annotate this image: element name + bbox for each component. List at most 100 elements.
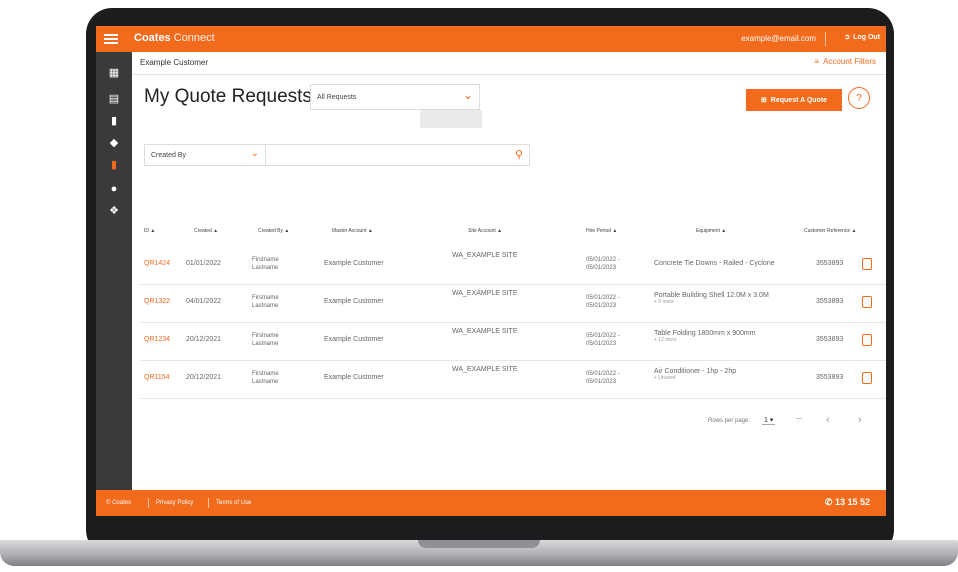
- table-row[interactable]: QR1322 04/01/2022 Firstname Lastname Exam…: [140, 284, 886, 323]
- column-header-created-by[interactable]: Created By ▲: [258, 228, 289, 234]
- sidebar: ▦ ▤ ▮ ◆ ▮ ● ❖: [96, 52, 132, 490]
- requests-select-value: All Requests: [317, 94, 357, 101]
- requests-select[interactable]: All Requests ⌄: [310, 84, 480, 110]
- row-master-account: Example Customer: [324, 260, 384, 267]
- row-site-account: WA_EXAMPLE SITE: [452, 366, 518, 373]
- laptop-notch: [418, 540, 540, 548]
- phone-number[interactable]: ✆ 13 15 52: [825, 497, 870, 508]
- row-customer-reference: 3553893: [816, 260, 844, 267]
- search-icon[interactable]: ⚲: [515, 148, 523, 161]
- user-email[interactable]: example@email.com: [741, 34, 816, 43]
- footer-divider: [208, 498, 209, 508]
- brand-name: Coates: [134, 32, 171, 44]
- quote-icon[interactable]: ▮: [106, 158, 122, 172]
- footer-divider: [148, 498, 149, 508]
- row-site-account: WA_EXAMPLE SITE: [452, 252, 518, 259]
- plus-icon: ⊞: [760, 97, 767, 104]
- rows-per-page-select[interactable]: 1 ▾: [762, 416, 776, 425]
- page-title: My Quote Requests: [144, 86, 312, 107]
- users-icon[interactable]: ●: [106, 182, 122, 196]
- chevron-down-icon: ⌄: [462, 88, 473, 102]
- row-created-by: Firstname Lastname: [252, 257, 279, 271]
- row-created: 20/12/2021: [186, 374, 222, 381]
- row-equipment: Concrete Tie Downs - Railed - Cyclone: [654, 260, 775, 267]
- row-created: 01/01/2022: [186, 260, 222, 267]
- account-filters-button[interactable]: ≡ Account Filters: [814, 57, 876, 66]
- main-content: Example Customer ≡ Account Filters My Qu…: [132, 52, 886, 490]
- filter-icon: ≡: [814, 57, 820, 66]
- settings-icon[interactable]: ❖: [106, 204, 122, 218]
- search-input[interactable]: [269, 147, 503, 165]
- help-icon[interactable]: ?: [848, 87, 870, 109]
- row-created: 04/01/2022: [186, 298, 222, 305]
- row-created-by: Firstname Lastname: [252, 333, 279, 347]
- request-quote-label: Request A Quote: [770, 96, 828, 104]
- row-site-account: WA_EXAMPLE SITE: [452, 290, 518, 297]
- pagination: Rows per page: 1 ▾ — ‹ ›: [692, 414, 882, 430]
- document-icon[interactable]: [862, 258, 872, 270]
- table-row[interactable]: QR1424 01/01/2022 Firstname Lastname Exam…: [140, 246, 886, 285]
- logout-label: Log Out: [853, 33, 880, 41]
- row-hire-period: 05/01/2022 -05/01/2023: [586, 257, 620, 271]
- rows-per-page-label: Rows per page:: [708, 418, 751, 424]
- column-header-id[interactable]: ID ▲: [144, 228, 155, 234]
- row-master-account: Example Customer: [324, 336, 384, 343]
- footer: © Coates Privacy Policy Terms of Use ✆ 1…: [96, 490, 886, 516]
- account-filters-label: Account Filters: [823, 57, 876, 66]
- chevron-down-icon: ⌄: [250, 148, 259, 159]
- column-header-site-account[interactable]: Site Account ▲: [468, 228, 502, 234]
- dashboard-icon[interactable]: ▦: [106, 66, 122, 80]
- topbar-divider: [825, 32, 826, 46]
- footer-copyright: © Coates: [106, 500, 132, 506]
- chevron-left-icon[interactable]: ‹: [826, 414, 830, 426]
- row-hire-period: 05/01/2022 -05/01/2023: [586, 333, 620, 347]
- logout-button[interactable]: ➲ Log Out: [844, 33, 880, 42]
- row-equipment: Table Folding 1800mm x 900mm + 12 more: [654, 330, 756, 343]
- menu-icon[interactable]: [104, 32, 118, 46]
- customer-name: Example Customer: [140, 58, 209, 67]
- document-icon[interactable]: [862, 296, 872, 308]
- column-header-hire-period[interactable]: Hire Period ▲: [586, 228, 617, 234]
- table-row[interactable]: QR1234 20/12/2021 Firstname Lastname Exam…: [140, 322, 886, 361]
- row-created: 20/12/2021: [186, 336, 222, 343]
- column-header-master-account[interactable]: Master Account ▲: [332, 228, 373, 234]
- logout-icon: ➲: [844, 34, 851, 41]
- column-header-customer-reference[interactable]: Customer Reference ▲: [804, 228, 856, 234]
- select-dropdown-shadow: [420, 110, 482, 128]
- row-customer-reference: 3553893: [816, 336, 844, 343]
- request-quote-button[interactable]: ⊞ Request A Quote: [746, 89, 842, 111]
- row-created-by: Firstname Lastname: [252, 371, 279, 385]
- terms-of-use-link[interactable]: Terms of Use: [216, 500, 251, 506]
- filter-field-value: Created By: [151, 152, 187, 159]
- column-header-equipment[interactable]: Equipment ▲: [696, 228, 726, 234]
- column-header-created[interactable]: Created ▲: [194, 228, 218, 234]
- app-screen: Coates Connect example@email.com ➲ Log O…: [96, 26, 886, 516]
- row-site-account: WA_EXAMPLE SITE: [452, 328, 518, 335]
- row-master-account: Example Customer: [324, 298, 384, 305]
- document-icon[interactable]: ▮: [106, 114, 122, 128]
- row-id-link[interactable]: QR1322: [144, 298, 170, 305]
- row-id-link[interactable]: QR1154: [144, 374, 170, 381]
- table-header: ID ▲ Created ▲ Created By ▲ Master Accou…: [140, 228, 880, 242]
- row-hire-period: 05/01/2022 -05/01/2023: [586, 371, 620, 385]
- row-id-link[interactable]: QR1424: [144, 260, 170, 267]
- table-row[interactable]: QR1154 20/12/2021 Firstname Lastname Exam…: [140, 360, 886, 399]
- customer-bar: Example Customer ≡ Account Filters: [132, 52, 886, 75]
- row-master-account: Example Customer: [324, 374, 384, 381]
- privacy-policy-link[interactable]: Privacy Policy: [156, 500, 193, 506]
- list-icon[interactable]: ▤: [106, 92, 122, 106]
- tag-icon[interactable]: ◆: [106, 136, 122, 150]
- chevron-right-icon[interactable]: ›: [858, 414, 862, 426]
- brand-logo[interactable]: Coates Connect: [134, 32, 215, 44]
- row-hire-period: 05/01/2022 -05/01/2023: [586, 295, 620, 309]
- document-icon[interactable]: [862, 334, 872, 346]
- row-created-by: Firstname Lastname: [252, 295, 279, 309]
- phone-icon: ✆: [824, 497, 833, 507]
- filter-field-select[interactable]: Created By ⌄: [145, 145, 266, 165]
- row-equipment: Portable Building Shell 12.0M x 3.0M + 5 …: [654, 292, 769, 305]
- row-customer-reference: 3553893: [816, 298, 844, 305]
- pager-separator: —: [796, 416, 802, 422]
- brand-suffix: Connect: [173, 32, 215, 44]
- document-icon[interactable]: [862, 372, 872, 384]
- row-id-link[interactable]: QR1234: [144, 336, 170, 343]
